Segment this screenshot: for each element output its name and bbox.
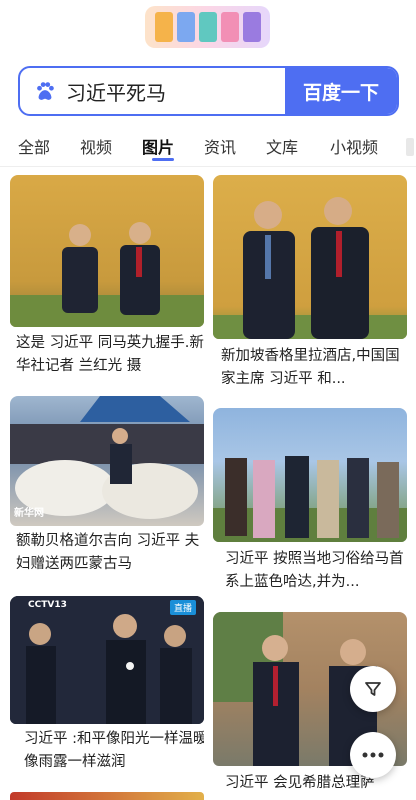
search-query: 习近平死马 bbox=[66, 80, 166, 105]
result-image[interactable] bbox=[10, 175, 204, 327]
handshake-photo bbox=[10, 222, 204, 327]
search-button[interactable]: 百度一下 bbox=[285, 68, 397, 114]
search-input[interactable]: 习近平死马 bbox=[20, 68, 288, 114]
result-card[interactable]: 新加坡香格里拉酒店,中国国家主席 习近平 和... bbox=[213, 175, 407, 397]
search-box[interactable]: 习近平死马 百度一下 bbox=[18, 66, 399, 116]
tab-overflow bbox=[406, 138, 414, 156]
tab-all[interactable]: 全部 bbox=[18, 134, 50, 158]
tab-short-video[interactable]: 小视频 bbox=[330, 134, 378, 158]
result-card[interactable]: 新华网 额勒贝格道尔吉向 习近平 夫妇赠送两匹蒙古马 bbox=[10, 396, 204, 584]
ceremony-photo bbox=[213, 456, 407, 542]
tab-library[interactable]: 文库 bbox=[266, 134, 298, 158]
live-badge: 直播 bbox=[169, 600, 196, 615]
result-caption[interactable]: 额勒贝格道尔吉向 习近平 夫妇赠送两匹蒙古马 bbox=[16, 530, 204, 576]
next-result-peek bbox=[10, 792, 204, 800]
more-button[interactable] bbox=[350, 732, 396, 778]
tab-images[interactable]: 图片 bbox=[142, 134, 174, 158]
result-image[interactable] bbox=[213, 408, 407, 542]
filter-icon bbox=[365, 682, 381, 696]
active-tab-indicator bbox=[152, 158, 174, 161]
result-caption[interactable]: 习近平 按照当地习俗给马首系上蓝色哈达,并为... bbox=[225, 548, 407, 594]
result-card[interactable]: CCTV13 直播 习近平 :和平像阳光一样温暖,像雨露一样滋润 bbox=[10, 596, 204, 784]
more-icon bbox=[362, 752, 384, 758]
result-caption[interactable]: 习近平 :和平像阳光一样温暖,像雨露一样滋润 bbox=[24, 728, 204, 774]
divider bbox=[0, 166, 416, 167]
filter-button[interactable] bbox=[350, 666, 396, 712]
mourning-photo bbox=[10, 596, 204, 724]
result-caption[interactable]: 这是 习近平 同马英九握手.新华社记者 兰红光 摄 bbox=[16, 332, 204, 378]
result-card[interactable]: 习近平 按照当地习俗给马首系上蓝色哈达,并为... bbox=[213, 408, 407, 596]
channel-badge: CCTV13 bbox=[28, 600, 67, 610]
result-caption[interactable]: 新加坡香格里拉酒店,中国国家主席 习近平 和... bbox=[221, 345, 407, 391]
watermark-text: 新华网 bbox=[14, 508, 44, 519]
top-banner[interactable] bbox=[145, 6, 270, 48]
tab-video[interactable]: 视频 bbox=[80, 134, 112, 158]
tab-news[interactable]: 资讯 bbox=[204, 134, 236, 158]
result-card[interactable]: 这是 习近平 同马英九握手.新华社记者 兰红光 摄 bbox=[10, 175, 204, 385]
result-image[interactable] bbox=[213, 175, 407, 339]
result-image[interactable]: 新华网 bbox=[10, 396, 204, 526]
result-image[interactable]: CCTV13 直播 bbox=[10, 596, 204, 724]
paw-icon bbox=[37, 82, 54, 100]
handshake-photo bbox=[213, 197, 407, 339]
